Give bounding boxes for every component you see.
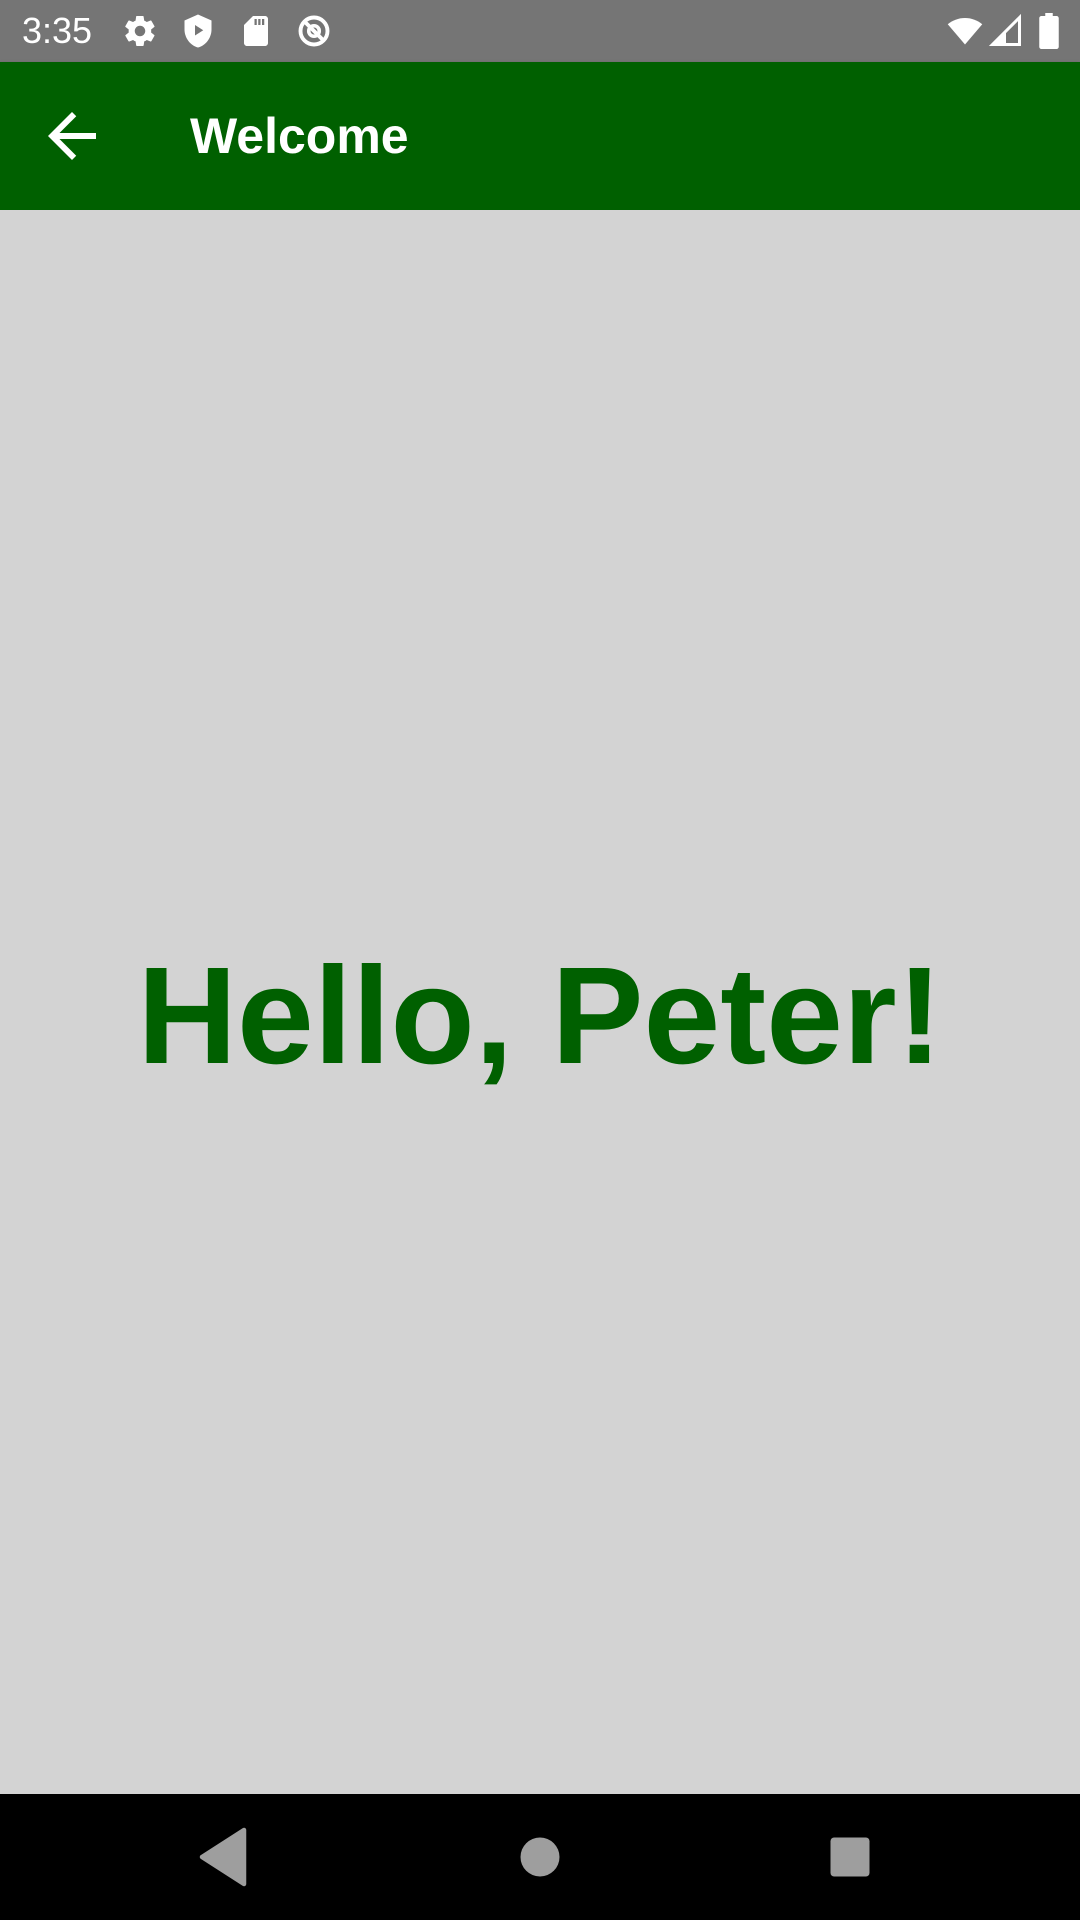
wifi-icon <box>944 13 986 49</box>
nav-back-button[interactable] <box>190 1821 262 1893</box>
home-circle-icon <box>520 1837 560 1877</box>
main-content: Hello, Peter! <box>0 210 1080 1794</box>
sd-card-icon <box>238 13 274 49</box>
nav-home-button[interactable] <box>504 1821 576 1893</box>
recents-square-icon <box>830 1837 870 1877</box>
no-sync-icon <box>296 13 332 49</box>
app-bar: Welcome <box>0 62 1080 210</box>
greeting-text: Hello, Peter! <box>137 939 943 1093</box>
system-nav-bar <box>0 1794 1080 1920</box>
play-shield-icon <box>180 13 216 49</box>
back-button[interactable] <box>36 100 108 172</box>
status-time: 3:35 <box>22 10 93 51</box>
back-arrow-icon <box>48 112 96 160</box>
gear-icon <box>122 13 158 49</box>
cellular-signal-icon <box>988 13 1024 49</box>
page-title: Welcome <box>190 108 409 164</box>
battery-icon <box>1036 13 1062 49</box>
status-bar: 3:35 <box>0 0 1080 62</box>
back-triangle-icon <box>199 1827 247 1887</box>
nav-recents-button[interactable] <box>814 1821 886 1893</box>
